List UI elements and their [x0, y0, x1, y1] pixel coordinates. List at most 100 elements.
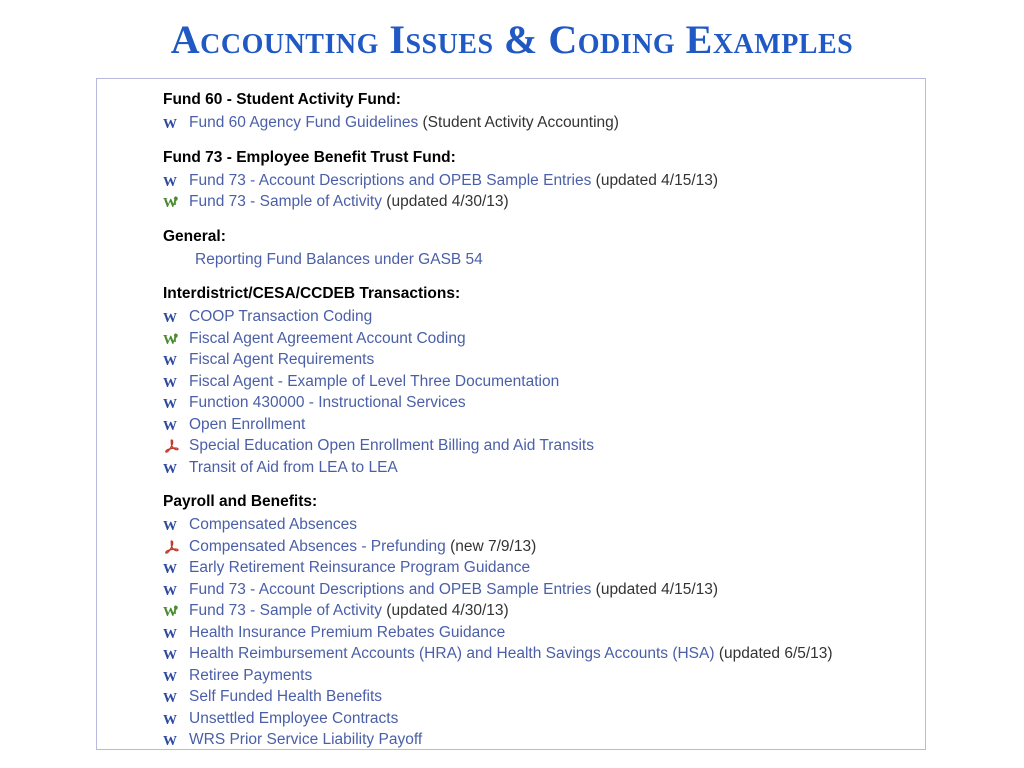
document-link[interactable]: Fiscal Agent Requirements: [189, 349, 374, 371]
section-heading: General:: [163, 227, 226, 245]
word-document-icon: W: [163, 371, 189, 392]
section-heading: Fund 73 - Employee Benefit Trust Fund:: [163, 148, 456, 166]
sections-container: Fund 60 - Student Activity Fund: W Fund 60…: [97, 89, 925, 749]
word-document-icon: W: [163, 665, 189, 686]
svg-text:W: W: [163, 376, 177, 391]
svg-text:W: W: [163, 175, 177, 190]
document-link[interactable]: Early Retirement Reinsurance Program Gui…: [189, 557, 530, 579]
document-link[interactable]: Fund 60 Agency Fund Guidelines (Student …: [189, 112, 619, 134]
link-row[interactable]: W Health Insurance Premium Rebates Guidan…: [97, 622, 925, 644]
section-heading: Interdistrict/CESA/CCDEB Transactions:: [163, 285, 461, 302]
document-link[interactable]: Unsettled Employee Contracts: [189, 708, 398, 730]
document-link-label: Compensated Absences - Prefunding: [189, 537, 451, 555]
document-link-label: Health Insurance Premium Rebates Guidanc…: [189, 623, 506, 641]
document-link-note: (Student Activity Accounting): [422, 114, 619, 131]
svg-text:W: W: [163, 562, 177, 577]
link-section: General: Reporting Fund Balances under GA…: [97, 226, 925, 271]
svg-text:W: W: [163, 713, 177, 728]
word-document-icon: W: [163, 112, 189, 133]
link-row[interactable]: Compensated Absences - Prefunding (new 7…: [97, 536, 925, 558]
link-row[interactable]: W Function 430000 - Instructional Service…: [97, 392, 925, 414]
svg-text:W: W: [163, 691, 177, 706]
svg-text:W: W: [163, 734, 177, 749]
svg-text:W: W: [163, 354, 177, 369]
document-link[interactable]: Health Insurance Premium Rebates Guidanc…: [189, 622, 505, 644]
svg-text:W: W: [163, 117, 177, 132]
word-document-icon: W: [163, 349, 189, 370]
link-row[interactable]: W Fiscal Agent Requirements: [97, 349, 925, 371]
document-link[interactable]: Health Reimbursement Accounts (HRA) and …: [189, 643, 833, 665]
link-list-panel: Fund 60 - Student Activity Fund: W Fund 60…: [96, 78, 926, 750]
svg-text:W: W: [163, 419, 177, 434]
pdf-document-icon: [163, 435, 189, 456]
link-row[interactable]: W Unsettled Employee Contracts: [97, 708, 925, 730]
document-link-label: Fiscal Agent - Example of Level Three Do…: [189, 372, 560, 390]
svg-text:W: W: [163, 462, 177, 477]
document-link[interactable]: Fund 73 - Account Descriptions and OPEB …: [189, 170, 718, 192]
document-link[interactable]: Fiscal Agent Agreement Account Coding: [189, 328, 466, 350]
document-link[interactable]: Open Enrollment: [189, 414, 305, 436]
document-link-label: Compensated Absences: [189, 516, 358, 533]
link-row[interactable]: W Fiscal Agent Agreement Account Coding: [97, 328, 925, 350]
word-document-icon: W: [163, 686, 189, 707]
word-document-icon: W: [163, 579, 189, 600]
link-row[interactable]: W Early Retirement Reinsurance Program Gu…: [97, 557, 925, 579]
document-link[interactable]: Compensated Absences - Prefunding (new 7…: [189, 536, 536, 558]
link-row[interactable]: W WRS Prior Service Liability Payoff: [97, 729, 925, 749]
svg-text:W: W: [163, 311, 177, 326]
word-document-icon: W: [163, 708, 189, 729]
link-row[interactable]: W Fiscal Agent - Example of Level Three D…: [97, 371, 925, 393]
link-row[interactable]: W Fund 73 - Sample of Activity (updated 4…: [97, 191, 925, 213]
document-link-label: Fund 73 - Account Descriptions and OPEB …: [189, 171, 596, 189]
link-row[interactable]: W Retiree Payments: [97, 665, 925, 687]
word-document-icon: W: [163, 170, 189, 191]
document-link[interactable]: Fiscal Agent - Example of Level Three Do…: [189, 371, 559, 393]
document-link[interactable]: Transit of Aid from LEA to LEA: [189, 457, 398, 479]
word-document-icon: W: [163, 414, 189, 435]
link-row[interactable]: W Fund 73 - Sample of Activity (updated 4…: [97, 600, 925, 622]
document-link-label: Fund 73 - Sample of Activity: [189, 193, 387, 210]
document-link[interactable]: Function 430000 - Instructional Services: [189, 392, 466, 414]
document-link-label: Fund 73 - Sample of Activity: [189, 602, 387, 619]
link-row[interactable]: Special Education Open Enrollment Billin…: [97, 435, 925, 457]
word-document-icon: W: [163, 457, 189, 478]
document-link-note: (updated 4/30/13): [386, 193, 509, 210]
link-row[interactable]: W Transit of Aid from LEA to LEA: [97, 457, 925, 479]
document-link[interactable]: Compensated Absences: [189, 514, 357, 536]
document-link[interactable]: COOP Transaction Coding: [189, 306, 372, 328]
link-row[interactable]: W Fund 60 Agency Fund Guidelines (Student…: [97, 112, 925, 134]
word-document-icon: W: [163, 643, 189, 664]
link-row[interactable]: W Fund 73 - Account Descriptions and OPEB…: [97, 579, 925, 601]
link-row[interactable]: W Health Reimbursement Accounts (HRA) and…: [97, 643, 925, 665]
link-row[interactable]: W Fund 73 - Account Descriptions and OPEB…: [97, 170, 925, 192]
wordperfect-document-icon: W: [163, 191, 189, 212]
document-link-label: WRS Prior Service Liability Payoff: [189, 731, 423, 748]
section-heading: Payroll and Benefits:: [163, 493, 318, 510]
document-link[interactable]: Special Education Open Enrollment Billin…: [189, 435, 594, 457]
document-link-note: (updated 6/5/13): [718, 645, 833, 662]
document-link[interactable]: Fund 73 - Sample of Activity (updated 4/…: [189, 191, 509, 213]
document-link-label: Reporting Fund Balances under GASB 54: [195, 250, 483, 268]
svg-text:W: W: [163, 627, 177, 642]
link-row[interactable]: Reporting Fund Balances under GASB 54: [97, 249, 925, 271]
document-link[interactable]: Retiree Payments: [189, 665, 312, 687]
wordperfect-document-icon: W: [163, 328, 189, 349]
word-document-icon: W: [163, 514, 189, 535]
document-link[interactable]: Reporting Fund Balances under GASB 54: [195, 249, 483, 271]
document-link-label: Transit of Aid from LEA to LEA: [189, 458, 398, 476]
document-link[interactable]: Fund 73 - Account Descriptions and OPEB …: [189, 579, 718, 601]
svg-text:W: W: [163, 648, 177, 663]
word-document-icon: W: [163, 622, 189, 643]
document-link[interactable]: WRS Prior Service Liability Payoff: [189, 729, 423, 749]
link-row[interactable]: W Self Funded Health Benefits: [97, 686, 925, 708]
document-link-label: Fiscal Agent Requirements: [189, 351, 375, 368]
document-link[interactable]: Fund 73 - Sample of Activity (updated 4/…: [189, 600, 509, 622]
link-row[interactable]: W COOP Transaction Coding: [97, 306, 925, 328]
link-row[interactable]: W Compensated Absences: [97, 514, 925, 536]
document-link-label: Unsettled Employee Contracts: [189, 709, 399, 727]
document-link-label: COOP Transaction Coding: [189, 308, 373, 325]
document-link-label: Special Education Open Enrollment Billin…: [189, 437, 594, 454]
slide: Accounting Issues & Coding Examples Fund…: [0, 0, 1024, 768]
link-row[interactable]: W Open Enrollment: [97, 414, 925, 436]
document-link[interactable]: Self Funded Health Benefits: [189, 686, 382, 708]
